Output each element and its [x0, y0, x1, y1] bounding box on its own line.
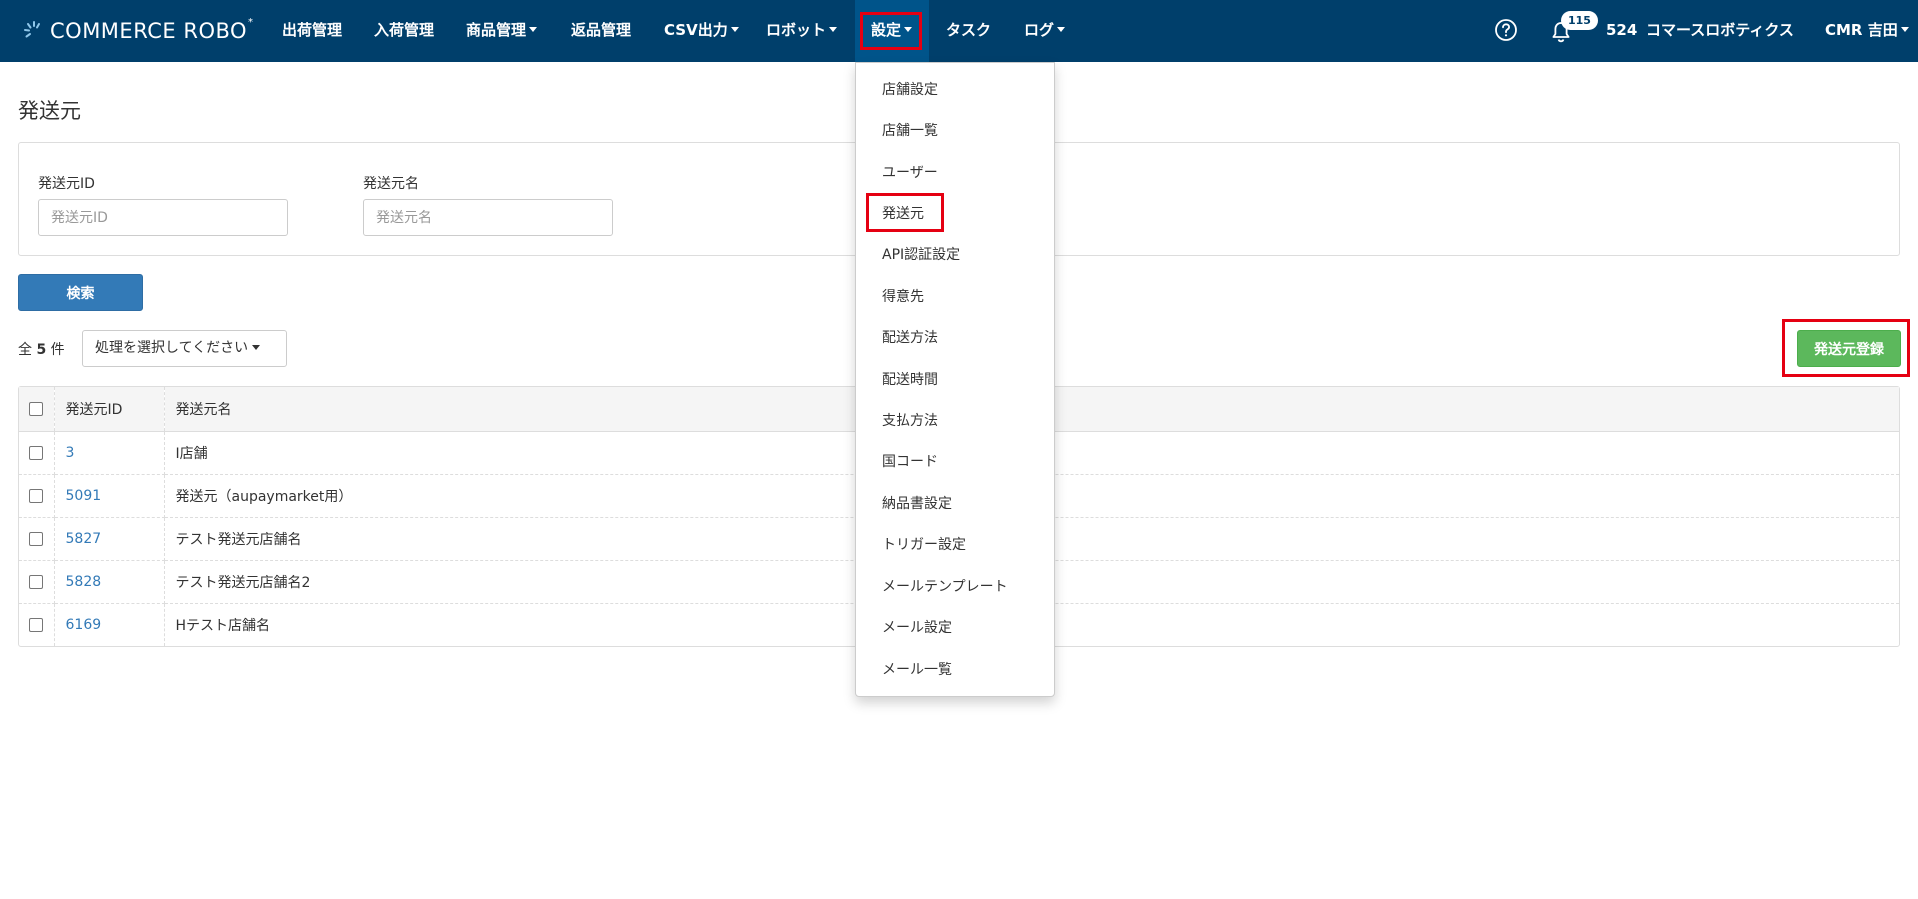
sender-name-input[interactable] — [363, 199, 613, 236]
row-checkbox-cell — [19, 560, 55, 604]
brand-burst-icon — [24, 21, 40, 38]
register-sender-button[interactable]: 発送元登録 — [1797, 330, 1901, 367]
result-count-value: 5 — [36, 342, 47, 358]
top-navbar: COMMERCE ROBO * 出荷管理 入荷管理 商品管理 返品管理 CSV出… — [0, 0, 1918, 62]
row-id-cell: 5091 — [54, 474, 165, 518]
sender-name-label: 発送元名 — [363, 176, 419, 192]
user-name: CMR 吉田 — [1825, 21, 1898, 39]
row-checkbox-cell — [19, 517, 55, 561]
menu-item-payment-method[interactable]: 支払方法 — [856, 401, 1054, 441]
nav-csv-export[interactable]: CSV出力 — [664, 0, 739, 62]
caret-down-icon — [1900, 27, 1909, 32]
row-id-cell: 3 — [54, 431, 165, 475]
nav-shipping[interactable]: 出荷管理 — [282, 0, 342, 62]
brand-logo[interactable]: COMMERCE ROBO * — [22, 16, 253, 46]
nav-csv-export-label: CSV出力 — [664, 21, 728, 39]
result-count-prefix: 全 — [18, 342, 32, 358]
row-checkbox-cell — [19, 603, 55, 646]
menu-item-delivery-time[interactable]: 配送時間 — [856, 360, 1054, 400]
row-checkbox-cell — [19, 474, 55, 518]
nav-settings-highlight-frame — [860, 12, 922, 50]
menu-item-store-settings[interactable]: 店舗設定 — [856, 70, 1054, 110]
row-checkbox-cell — [19, 431, 55, 475]
nav-logs[interactable]: ログ — [1024, 0, 1066, 62]
row-checkbox[interactable] — [29, 445, 44, 460]
row-id-link[interactable]: 5091 — [66, 488, 102, 504]
row-checkbox[interactable] — [29, 574, 44, 589]
menu-item-delivery-method[interactable]: 配送方法 — [856, 318, 1054, 358]
nav-receiving[interactable]: 入荷管理 — [374, 0, 434, 62]
menu-item-customers[interactable]: 得意先 — [856, 277, 1054, 317]
row-id-cell: 5827 — [54, 517, 165, 561]
nav-products[interactable]: 商品管理 — [466, 0, 538, 62]
menu-item-store-list[interactable]: 店舗一覧 — [856, 111, 1054, 151]
row-id-cell: 6169 — [54, 603, 165, 646]
caret-down-icon — [730, 27, 739, 32]
bulk-action-select-label: 処理を選択してください — [95, 340, 249, 356]
notification-badge[interactable]: 115 — [1561, 11, 1598, 30]
result-count-suffix: 件 — [50, 342, 65, 358]
result-count: 全 5 件 — [18, 339, 65, 359]
nav-receiving-label: 入荷管理 — [374, 21, 435, 39]
menu-item-mail-list[interactable]: メール一覧 — [856, 650, 1054, 690]
nav-tasks[interactable]: タスク — [946, 0, 991, 62]
sender-id-label: 発送元ID — [38, 176, 95, 192]
menu-item-country-code[interactable]: 国コード — [856, 442, 1054, 482]
settings-dropdown-menu: 店舗設定 店舗一覧 ユーザー 発送元 API認証設定 得意先 配送方法 配送時間… — [855, 62, 1055, 697]
row-checkbox[interactable] — [29, 488, 44, 503]
caret-down-icon — [829, 27, 838, 32]
sender-id-input[interactable] — [38, 199, 288, 236]
search-button[interactable]: 検索 — [18, 274, 143, 311]
menu-item-trigger-settings[interactable]: トリガー設定 — [856, 525, 1054, 565]
caret-down-icon — [529, 27, 538, 32]
help-circle-icon[interactable] — [1494, 18, 1518, 42]
menu-item-mail-template[interactable]: メールテンプレート — [856, 567, 1054, 607]
company-name: コマースロボティクス — [1646, 21, 1794, 39]
nav-returns[interactable]: 返品管理 — [571, 0, 631, 62]
select-all-cell — [19, 387, 55, 432]
row-checkbox[interactable] — [29, 617, 44, 632]
menu-item-mail-settings[interactable]: メール設定 — [856, 608, 1054, 648]
menu-item-api-auth[interactable]: API認証設定 — [856, 235, 1054, 275]
menu-item-users[interactable]: ユーザー — [856, 153, 1054, 193]
row-id-link[interactable]: 6169 — [66, 617, 102, 633]
row-id-link[interactable]: 5828 — [66, 574, 102, 590]
menu-item-sender-highlight-frame — [866, 193, 944, 232]
caret-down-icon — [1057, 27, 1066, 32]
brand-mark: * — [248, 16, 254, 28]
nav-tasks-label: タスク — [946, 21, 992, 39]
nav-shipping-label: 出荷管理 — [282, 21, 343, 39]
caret-down-icon — [252, 344, 261, 350]
select-all-checkbox[interactable] — [29, 401, 44, 416]
nav-robot[interactable]: ロボット — [766, 0, 838, 62]
nav-returns-label: 返品管理 — [571, 21, 632, 39]
row-checkbox[interactable] — [29, 531, 44, 546]
row-id-cell: 5828 — [54, 560, 165, 604]
column-header-id[interactable]: 発送元ID — [54, 387, 165, 432]
nav-products-label: 商品管理 — [466, 21, 527, 39]
nav-robot-label: ロボット — [766, 21, 827, 39]
bulk-action-select[interactable]: 処理を選択してください — [82, 330, 287, 367]
shop-code: 524 — [1606, 21, 1638, 39]
user-menu[interactable]: CMR 吉田 — [1825, 0, 1909, 62]
row-id-link[interactable]: 3 — [66, 445, 75, 461]
row-id-link[interactable]: 5827 — [66, 531, 102, 547]
page-title: 発送元 — [18, 99, 81, 123]
brand-name: COMMERCE ROBO — [50, 19, 248, 43]
menu-item-invoice-settings[interactable]: 納品書設定 — [856, 484, 1054, 524]
nav-logs-label: ログ — [1024, 21, 1055, 39]
